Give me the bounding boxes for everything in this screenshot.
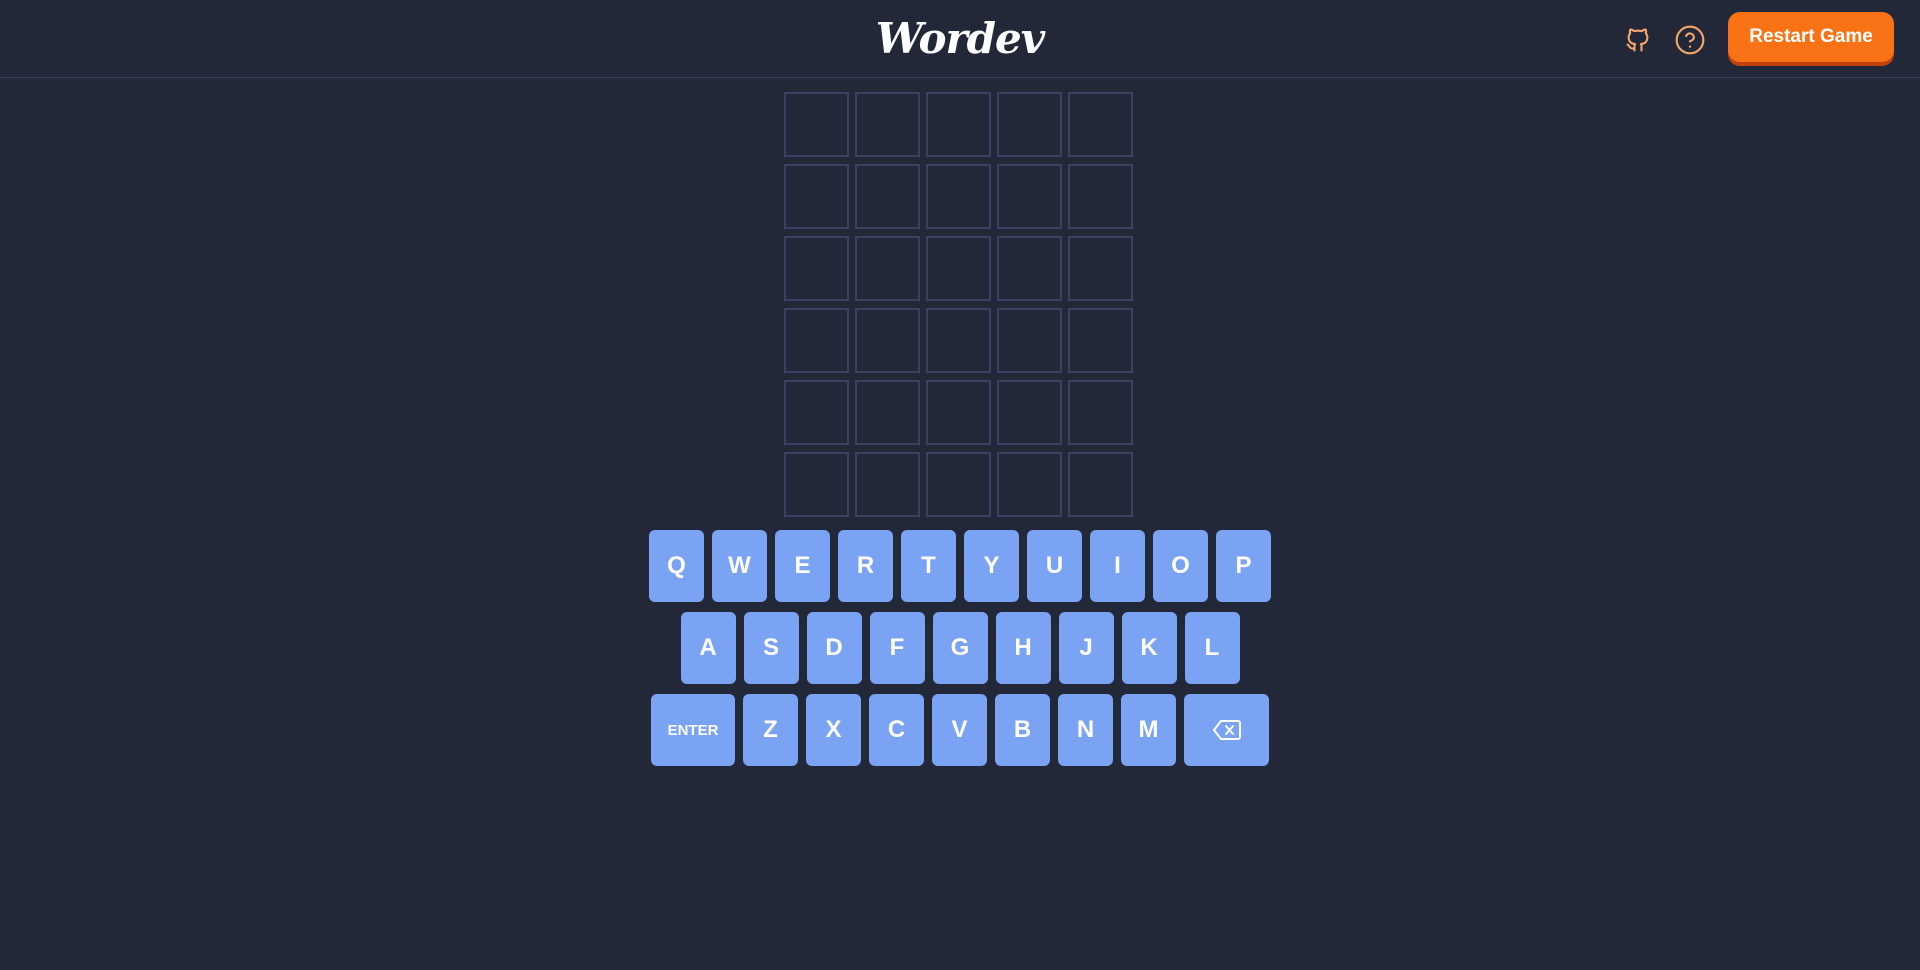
board-cell: [926, 164, 991, 229]
key-x[interactable]: X: [806, 694, 861, 766]
top-bar: Wordev Restart Game: [0, 0, 1920, 78]
board-cell: [1068, 308, 1133, 373]
key-w[interactable]: W: [712, 530, 767, 602]
board-cell: [926, 452, 991, 517]
board-cell: [784, 92, 849, 157]
board-cell: [1068, 236, 1133, 301]
key-o[interactable]: O: [1153, 530, 1208, 602]
board-cell: [926, 308, 991, 373]
board-cell: [855, 380, 920, 445]
on-screen-keyboard: Q W E R T Y U I O P A S D F G H J K L ENTER Z X C V B N M: [0, 530, 1920, 776]
game-board: [784, 92, 1133, 517]
key-m[interactable]: M: [1121, 694, 1176, 766]
board-cell: [855, 164, 920, 229]
board-cell: [1068, 452, 1133, 517]
board-cell: [855, 452, 920, 517]
key-n[interactable]: N: [1058, 694, 1113, 766]
key-a[interactable]: A: [680, 612, 736, 684]
key-b[interactable]: B: [995, 694, 1050, 766]
board-cell: [855, 92, 920, 157]
key-k[interactable]: K: [1121, 612, 1177, 684]
help-button[interactable]: [1674, 24, 1706, 56]
backspace-icon: [1212, 720, 1241, 740]
key-z[interactable]: Z: [743, 694, 798, 766]
key-u[interactable]: U: [1027, 530, 1082, 602]
board-cell: [926, 92, 991, 157]
board-cell: [855, 308, 920, 373]
board-cell: [1068, 164, 1133, 229]
key-v[interactable]: V: [932, 694, 987, 766]
key-s[interactable]: S: [743, 612, 799, 684]
key-g[interactable]: G: [932, 612, 988, 684]
key-d[interactable]: D: [806, 612, 862, 684]
key-backspace[interactable]: [1184, 694, 1269, 766]
key-j[interactable]: J: [1058, 612, 1114, 684]
board-cell: [1068, 92, 1133, 157]
board-cell: [784, 380, 849, 445]
keyboard-row: ASDFGHJKL: [0, 612, 1920, 684]
key-h[interactable]: H: [995, 612, 1051, 684]
key-r[interactable]: R: [838, 530, 893, 602]
board-cell: [784, 236, 849, 301]
board-cell: [926, 380, 991, 445]
github-icon: [1626, 28, 1649, 52]
key-i[interactable]: I: [1090, 530, 1145, 602]
key-q[interactable]: Q: [649, 530, 704, 602]
keyboard-row: QWERTYUIOP: [0, 530, 1920, 602]
board-cell: [784, 308, 849, 373]
board-cell: [997, 452, 1062, 517]
board-cell: [855, 236, 920, 301]
restart-game-button[interactable]: Restart Game: [1728, 12, 1894, 62]
key-p[interactable]: P: [1216, 530, 1271, 602]
board-cell: [784, 452, 849, 517]
key-enter[interactable]: ENTER: [651, 694, 735, 766]
key-e[interactable]: E: [775, 530, 830, 602]
board-cell: [784, 164, 849, 229]
key-t[interactable]: T: [901, 530, 956, 602]
board-cell: [997, 164, 1062, 229]
board-cell: [997, 380, 1062, 445]
github-link[interactable]: [1622, 24, 1654, 56]
key-l[interactable]: L: [1184, 612, 1240, 684]
board-cell: [926, 236, 991, 301]
key-c[interactable]: C: [869, 694, 924, 766]
key-y[interactable]: Y: [964, 530, 1019, 602]
board-cell: [1068, 380, 1133, 445]
key-f[interactable]: F: [869, 612, 925, 684]
board-cell: [997, 308, 1062, 373]
help-circle-icon: [1675, 25, 1705, 55]
keyboard-row: ENTER Z X C V B N M: [0, 694, 1920, 766]
board-cell: [997, 92, 1062, 157]
board-cell: [997, 236, 1062, 301]
